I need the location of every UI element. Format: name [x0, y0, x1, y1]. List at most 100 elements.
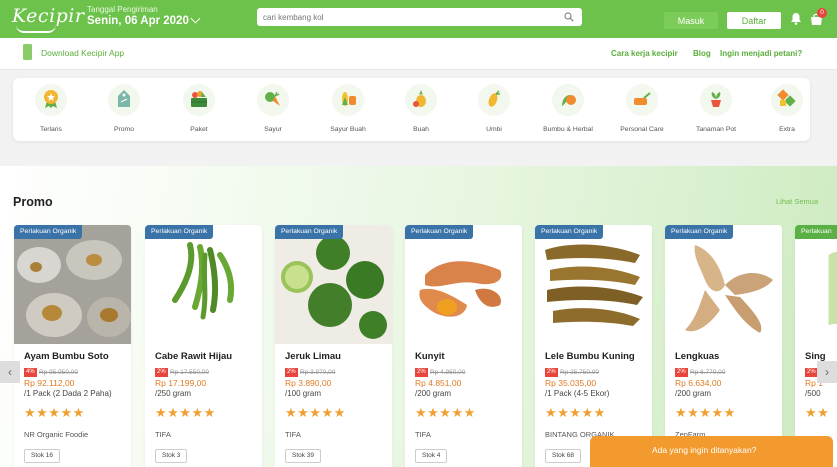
- product-name[interactable]: Lele Bumbu Kuning: [545, 351, 635, 362]
- stock-badge: Stok 68: [545, 449, 582, 463]
- category-label: Bumbu & Herbal: [543, 126, 593, 133]
- search-icon[interactable]: [564, 12, 574, 22]
- stock-badge: Stok 16: [24, 449, 61, 463]
- vegetable-icon: [265, 91, 280, 106]
- category-label: Buah: [413, 126, 429, 133]
- category-terlaris[interactable]: Terlaris: [16, 84, 86, 138]
- price: Rp 6.634,00: [675, 378, 722, 388]
- root-icon: [488, 90, 500, 107]
- product-card[interactable]: Perlakuan Organik Sing 2% Rp 1 /500 ★★: [795, 225, 837, 467]
- blog-link[interactable]: Blog: [693, 49, 711, 58]
- product-card[interactable]: Perlakuan Organik Jeruk Limau 2% Rp 3.97…: [275, 225, 392, 467]
- product-image: [145, 225, 262, 344]
- extra-icon: [777, 89, 796, 107]
- organic-tag: Perlakuan Organik: [145, 225, 214, 239]
- organic-tag: Perlakuan Organik: [795, 225, 837, 249]
- organic-tag: Perlakuan Organik: [275, 225, 344, 239]
- product-name[interactable]: Kunyit: [415, 351, 445, 362]
- category-label: Terlaris: [40, 126, 62, 133]
- discount-badge: 2%: [545, 368, 558, 377]
- seller-name[interactable]: TIFA: [285, 430, 301, 439]
- category-umbi[interactable]: Umbi: [459, 84, 529, 138]
- bell-icon[interactable]: [790, 12, 802, 25]
- how-it-works-link[interactable]: Cara kerja kecipir: [611, 49, 678, 58]
- organic-tag: Perlakuan Organik: [535, 225, 604, 239]
- price: Rp 4.851,00: [415, 378, 462, 388]
- category-label: Tanaman Pot: [695, 126, 737, 133]
- product-card[interactable]: Perlakuan Organik Cabe Rawit Hijau 2% Rp…: [145, 225, 262, 467]
- category-label: Sayur Buah: [330, 126, 366, 133]
- rating-stars: ★★★★★: [155, 405, 216, 420]
- chevron-down-icon[interactable]: [190, 13, 201, 24]
- product-name[interactable]: Cabe Rawit Hijau: [155, 351, 232, 362]
- category-label: Personal Care: [620, 126, 664, 133]
- product-card[interactable]: Perlakuan Organik Ayam Bumbu Soto 4% Rp …: [14, 225, 131, 467]
- unit: /200 gram: [675, 389, 712, 398]
- discount-badge: 2%: [415, 368, 428, 377]
- product-name[interactable]: Ayam Bumbu Soto: [24, 351, 109, 362]
- seller-name[interactable]: TIFA: [155, 430, 171, 439]
- category-label: Extra: [779, 126, 795, 133]
- download-app-link[interactable]: Download Kecipir App: [41, 48, 124, 58]
- cart-count-badge: 0: [817, 8, 827, 18]
- product-image: [14, 225, 131, 344]
- unit: /1 Pack (4-5 Ekor): [545, 389, 610, 398]
- category-bumbu-herbal[interactable]: Bumbu & Herbal: [533, 84, 603, 138]
- chat-widget[interactable]: Ada yang ingin ditanyakan?: [590, 436, 833, 467]
- rating-stars: ★★★★★: [285, 405, 346, 420]
- kecipir-logo[interactable]: Kecipir: [12, 5, 84, 27]
- old-price: Rp 17.550,00: [170, 369, 210, 376]
- product-card[interactable]: Perlakuan Organik Kunyit 2% Rp 4.950,00 …: [405, 225, 522, 467]
- unit: /1 Pack (2 Dada 2 Paha): [24, 389, 112, 398]
- old-price: Rp 3.970,00: [300, 369, 336, 376]
- soap-icon: [634, 92, 651, 105]
- product-name[interactable]: Jeruk Limau: [285, 351, 341, 362]
- become-farmer-link[interactable]: Ingin menjadi petani?: [720, 49, 802, 58]
- category-buah[interactable]: Buah: [386, 84, 456, 138]
- shipping-date-value[interactable]: Senin, 06 Apr 2020: [87, 15, 189, 27]
- corn-icon: [342, 92, 356, 106]
- search-input[interactable]: [263, 10, 553, 24]
- organic-tag: Perlakuan Organik: [405, 225, 474, 239]
- category-paket[interactable]: Paket: [164, 84, 234, 138]
- sub-navigation-bar: Download Kecipir App Cara kerja kecipir …: [0, 38, 837, 70]
- product-name[interactable]: Lengkuas: [675, 351, 719, 362]
- product-card[interactable]: Perlakuan Organik Lele Bumbu Kuning 2% R…: [535, 225, 652, 467]
- price: Rp 17.199,00: [155, 378, 207, 388]
- herb-icon: [562, 95, 576, 106]
- discount-badge: 2%: [675, 368, 688, 377]
- stock-badge: Stok 3: [155, 449, 188, 463]
- category-extra[interactable]: Extra: [752, 84, 822, 138]
- category-tanaman-pot[interactable]: Tanaman Pot: [681, 84, 751, 138]
- category-sayur[interactable]: Sayur: [238, 84, 308, 138]
- product-card[interactable]: Perlakuan Organik Lengkuas 2% Rp 6.770,0…: [665, 225, 782, 467]
- discount-badge: 4%: [24, 368, 37, 377]
- shipping-date-label: Tanggal Pengiriman: [87, 5, 158, 14]
- old-price: Rp 95.950,00: [39, 369, 79, 376]
- category-sayur-buah[interactable]: Sayur Buah: [313, 84, 383, 138]
- potted-plant-icon: [711, 92, 721, 107]
- basket-icon: [191, 91, 207, 107]
- login-button[interactable]: Masuk: [664, 12, 718, 29]
- carousel-prev-button[interactable]: ‹: [0, 361, 20, 383]
- top-header: Kecipir Tanggal Pengiriman Senin, 06 Apr…: [0, 0, 837, 38]
- organic-tag: Perlakuan Organik: [665, 225, 734, 239]
- rating-stars: ★★★★★: [24, 405, 85, 420]
- category-personal-care[interactable]: Personal Care: [607, 84, 677, 138]
- seller-name[interactable]: NR Organic Foodie: [24, 430, 88, 439]
- unit: /100 gram: [285, 389, 322, 398]
- rating-stars: ★★★★★: [675, 405, 736, 420]
- category-label: Sayur: [264, 126, 282, 133]
- badge-icon: [44, 90, 58, 108]
- category-label: Paket: [190, 126, 208, 133]
- promo-title: Promo: [13, 195, 53, 209]
- carousel-next-button[interactable]: ›: [817, 361, 837, 383]
- category-promo[interactable]: Promo: [89, 84, 159, 138]
- see-all-link[interactable]: Lihat Semua: [776, 197, 818, 206]
- seller-name[interactable]: TIFA: [415, 430, 431, 439]
- rating-stars: ★★: [805, 405, 830, 420]
- product-image: [665, 225, 782, 344]
- phone-icon: [23, 44, 32, 60]
- register-button[interactable]: Daftar: [727, 12, 781, 29]
- product-image: [405, 225, 522, 344]
